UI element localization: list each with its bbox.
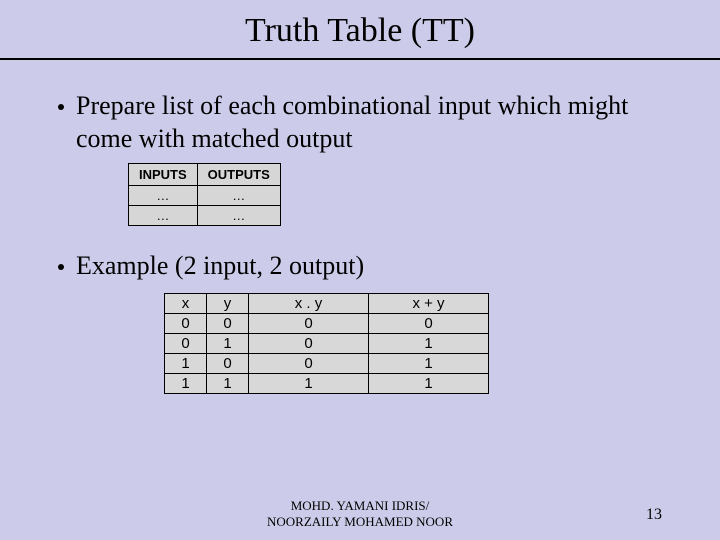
tt-header-y: y — [207, 293, 249, 313]
tt-cell: 0 — [369, 313, 489, 333]
table-row: … … — [129, 186, 281, 206]
bullet-1-text: Prepare list of each combinational input… — [76, 90, 680, 155]
slide-title: Truth Table (TT) — [0, 0, 720, 58]
tt-cell: 0 — [249, 313, 369, 333]
tt-cell: 1 — [369, 373, 489, 393]
tt-cell: 0 — [249, 333, 369, 353]
tt-cell: 0 — [165, 333, 207, 353]
table-row: 0 0 0 0 — [165, 313, 489, 333]
io-cell: … — [129, 206, 198, 226]
bullet-dot-icon — [58, 104, 64, 110]
table-row: 0 1 0 1 — [165, 333, 489, 353]
io-table: INPUTS OUTPUTS … … … … — [128, 163, 281, 226]
io-cell: … — [129, 186, 198, 206]
tt-cell: 1 — [369, 333, 489, 353]
io-header-outputs: OUTPUTS — [197, 164, 280, 186]
truth-table: x y x . y x + y 0 0 0 0 0 1 0 1 1 0 0 — [164, 293, 489, 394]
tt-cell: 1 — [369, 353, 489, 373]
tt-header-or: x + y — [369, 293, 489, 313]
page-number: 13 — [646, 506, 662, 524]
bullet-dot-icon — [58, 264, 64, 270]
bullet-2-text: Example (2 input, 2 output) — [76, 250, 364, 283]
io-table-wrap: INPUTS OUTPUTS … … … … — [128, 163, 680, 226]
tt-cell: 0 — [207, 353, 249, 373]
table-row: x y x . y x + y — [165, 293, 489, 313]
io-cell: … — [197, 186, 280, 206]
tt-cell: 1 — [165, 353, 207, 373]
io-cell: … — [197, 206, 280, 226]
tt-cell: 0 — [165, 313, 207, 333]
footer-author: MOHD. YAMANI IDRIS/ NOORZAILY MOHAMED NO… — [0, 498, 720, 531]
tt-header-and: x . y — [249, 293, 369, 313]
tt-cell: 0 — [207, 313, 249, 333]
io-header-inputs: INPUTS — [129, 164, 198, 186]
tt-cell: 1 — [207, 373, 249, 393]
tt-cell: 1 — [165, 373, 207, 393]
footer-line-1: MOHD. YAMANI IDRIS/ — [291, 498, 430, 513]
tt-cell: 1 — [207, 333, 249, 353]
truth-table-wrap: x y x . y x + y 0 0 0 0 0 1 0 1 1 0 0 — [164, 293, 680, 394]
bullet-1: Prepare list of each combinational input… — [40, 90, 680, 155]
table-row: 1 0 0 1 — [165, 353, 489, 373]
bullet-2: Example (2 input, 2 output) — [40, 250, 680, 283]
content-area: Prepare list of each combinational input… — [0, 60, 720, 394]
tt-header-x: x — [165, 293, 207, 313]
tt-cell: 0 — [249, 353, 369, 373]
footer-line-2: NOORZAILY MOHAMED NOOR — [267, 514, 453, 529]
table-row: 1 1 1 1 — [165, 373, 489, 393]
table-row: … … — [129, 206, 281, 226]
tt-cell: 1 — [249, 373, 369, 393]
table-row: INPUTS OUTPUTS — [129, 164, 281, 186]
